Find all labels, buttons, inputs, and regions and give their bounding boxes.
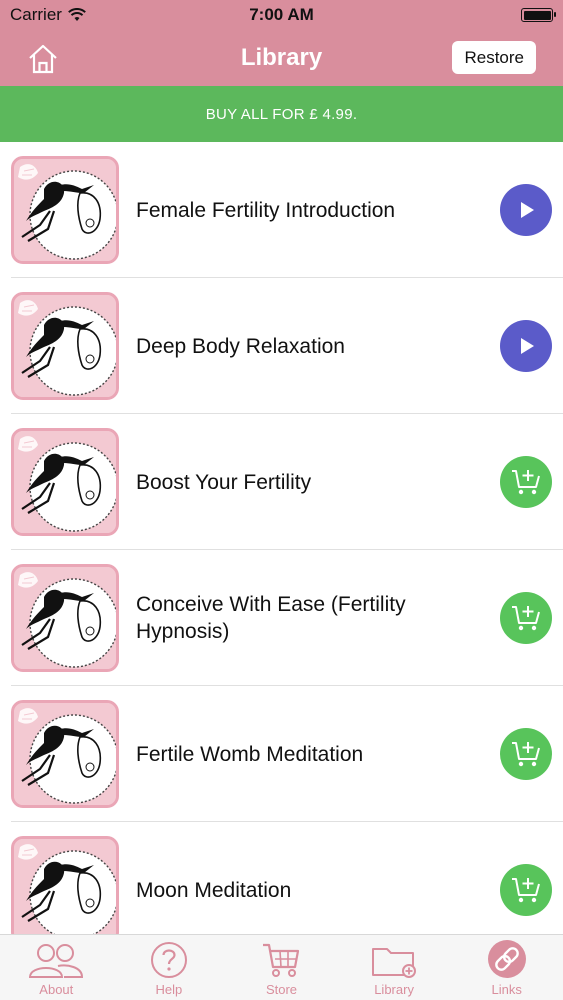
track-title: Boost Your Fertility — [136, 470, 312, 494]
question-icon — [150, 942, 187, 978]
track-thumbnail — [11, 836, 119, 934]
carrier-info: Carrier — [10, 5, 86, 25]
people-icon — [29, 944, 84, 978]
play-icon — [521, 338, 534, 354]
list-item[interactable]: Deep Body Relaxation — [0, 278, 563, 414]
tab-about[interactable]: About — [0, 935, 113, 1000]
play-icon — [521, 202, 534, 218]
add-to-cart-icon — [512, 470, 540, 495]
play-button[interactable] — [500, 184, 552, 236]
list-item[interactable]: Boost Your Fertility — [0, 414, 563, 550]
tab-help[interactable]: Help — [113, 935, 226, 1000]
tab-bar: About Help Store Library Links — [0, 934, 563, 1000]
track-title: Moon Meditation — [136, 878, 292, 902]
tab-links[interactable]: Links — [450, 935, 563, 1000]
track-title: Deep Body Relaxation — [136, 334, 345, 358]
add-to-cart-icon — [512, 606, 540, 631]
tab-help-label: Help — [155, 982, 183, 997]
list-item[interactable]: Female Fertility Introduction — [0, 142, 563, 278]
add-to-cart-icon — [512, 742, 540, 767]
tab-library[interactable]: Library — [338, 935, 451, 1000]
tab-about-label: About — [39, 982, 74, 997]
track-title: Conceive With Ease (Fertility Hypnosis) — [136, 593, 406, 643]
track-thumbnail — [11, 428, 119, 536]
tab-library-label: Library — [374, 982, 414, 997]
carrier-label: Carrier — [10, 5, 62, 24]
track-thumbnail — [11, 156, 119, 264]
track-thumbnail — [11, 292, 119, 400]
link-icon — [487, 940, 526, 978]
track-thumbnail — [11, 564, 119, 672]
buy-button[interactable] — [500, 592, 552, 644]
nav-bar: Library Restore — [0, 30, 563, 86]
list-item[interactable]: Fertile Womb Meditation — [0, 686, 563, 822]
tab-store-label: Store — [265, 982, 298, 997]
track-title: Fertile Womb Meditation — [136, 742, 364, 766]
wifi-icon — [68, 8, 86, 21]
buy-button[interactable] — [500, 456, 552, 508]
tab-links-label: Links — [491, 982, 522, 997]
buy-all-label: BUY ALL FOR £ 4.99. — [205, 105, 358, 123]
list-item[interactable]: Conceive With Ease (Fertility Hypnosis) — [0, 550, 563, 686]
library-list[interactable]: Female Fertility Introduction Deep Body R… — [0, 142, 563, 934]
buy-button[interactable] — [500, 728, 552, 780]
tab-store[interactable]: Store — [225, 935, 338, 1000]
cart-icon — [263, 943, 300, 977]
track-title: Female Fertility Introduction — [136, 198, 396, 222]
buy-all-banner[interactable]: BUY ALL FOR £ 4.99. — [0, 86, 563, 142]
status-bar: Carrier 7:00 AM — [0, 0, 563, 30]
buy-button[interactable] — [500, 864, 552, 916]
list-item[interactable]: Moon Meditation — [0, 822, 563, 934]
track-thumbnail — [11, 700, 119, 808]
restore-button[interactable]: Restore — [452, 41, 536, 74]
add-to-cart-icon — [512, 878, 540, 903]
home-icon[interactable] — [26, 42, 60, 76]
battery-icon — [521, 8, 556, 22]
folder-icon — [372, 948, 417, 978]
play-button[interactable] — [500, 320, 552, 372]
page-title: Library — [240, 44, 323, 71]
